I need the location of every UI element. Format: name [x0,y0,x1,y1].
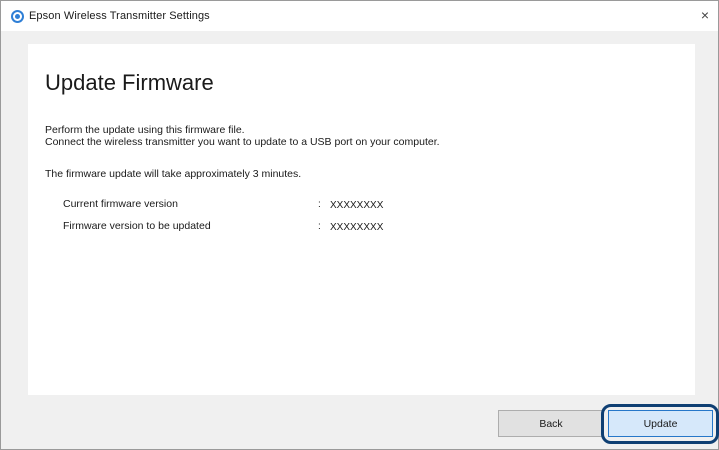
current-version-separator: : [318,199,321,210]
close-icon[interactable]: × [698,8,712,22]
update-button[interactable]: Update [608,410,713,437]
page-title: Update Firmware [45,70,214,95]
current-version-label: Current firmware version [63,198,178,210]
back-button[interactable]: Back [498,410,604,437]
target-version-separator: : [318,221,321,232]
target-version-label: Firmware version to be updated [63,220,211,232]
settings-window: Epson Wireless Transmitter Settings × Up… [0,0,719,450]
epson-app-icon [11,10,24,23]
description-line-1: Perform the update using this firmware f… [45,124,245,136]
content-panel: Update Firmware Perform the update using… [28,44,695,395]
title-bar: Epson Wireless Transmitter Settings × [1,1,718,31]
current-version-value: XXXXXXXX [330,200,384,211]
window-title: Epson Wireless Transmitter Settings [29,10,210,22]
description-line-2: Connect the wireless transmitter you wan… [45,136,440,148]
target-version-value: XXXXXXXX [330,222,384,233]
duration-note: The firmware update will take approximat… [45,168,302,180]
